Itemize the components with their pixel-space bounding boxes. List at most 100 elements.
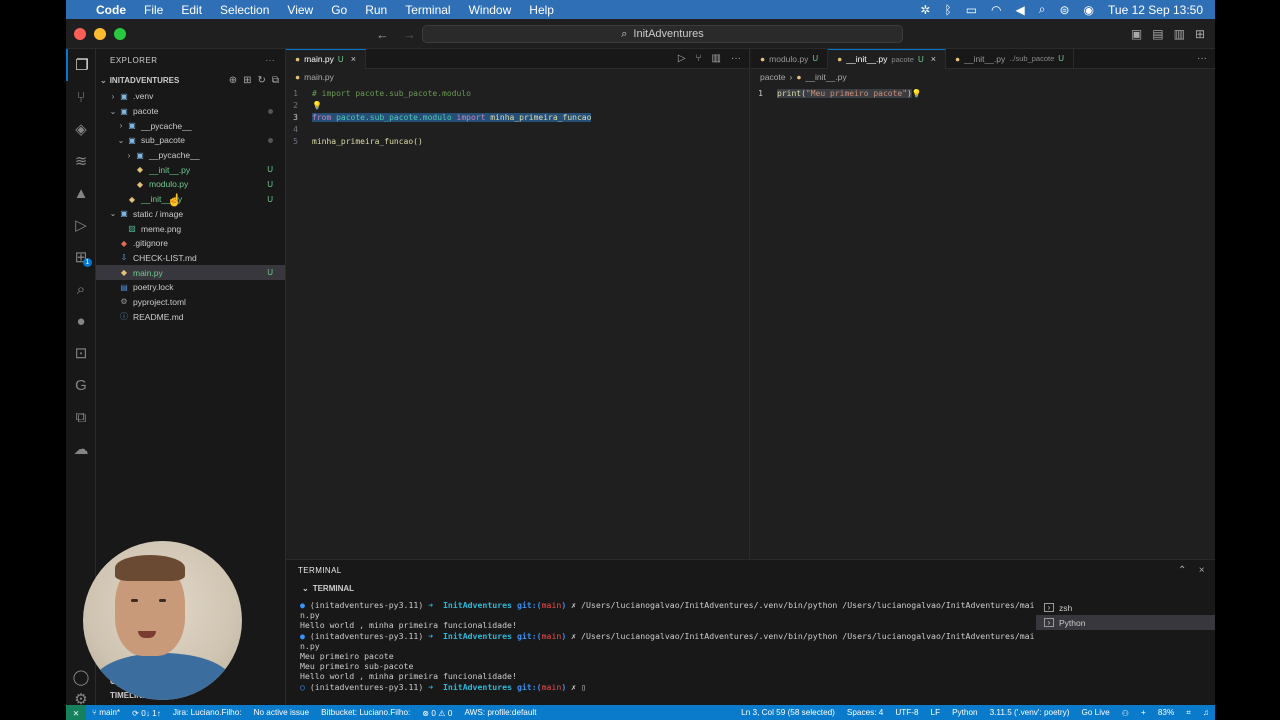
breadcrumb-file[interactable]: main.py — [304, 72, 334, 82]
tree-item[interactable]: ⚙ pyproject.toml — [96, 295, 285, 310]
volume-icon[interactable]: ◀ — [1016, 3, 1025, 17]
tree-item[interactable]: ◆ __init__.py U — [96, 192, 285, 207]
tab-init-sub-pacote[interactable]: ● __init__.py ../sub_pacote U — [946, 48, 1075, 69]
extensions-icon[interactable]: ⊞ 1 — [66, 241, 96, 273]
status-encoding[interactable]: UTF-8 — [889, 708, 924, 718]
status-branch[interactable]: ⑂ main* — [86, 708, 126, 717]
new-file-icon[interactable]: ⊕ — [229, 75, 237, 86]
tree-item[interactable]: › ▣ __pycache__ — [96, 148, 285, 163]
docker-icon[interactable]: ☁ — [66, 433, 96, 465]
code-line[interactable]: 4 — [286, 123, 749, 135]
stack-icon[interactable]: ≋ — [66, 145, 96, 177]
forward-arrow-icon[interactable]: → — [403, 27, 416, 42]
project-header[interactable]: ⌄ INITADVENTURES ⊕ ⊞ ↻ ⧉ — [96, 71, 285, 89]
spotlight-search-icon[interactable]: ⌕ — [1039, 2, 1046, 17]
close-tab-icon[interactable]: × — [351, 54, 356, 64]
status-jira[interactable]: Jira: Luciano.Filho: — [167, 708, 248, 717]
tree-item[interactable]: ⌄ ▣ sub_pacote — [96, 133, 285, 148]
search-icon[interactable]: ⌕ — [66, 273, 96, 305]
tree-item[interactable]: ⇩ CHECK-LIST.md — [96, 251, 285, 266]
breadcrumb-folder[interactable]: pacote — [760, 72, 786, 82]
toggle-secondary-sidebar-icon[interactable]: ▥ — [1174, 27, 1185, 41]
json-icon[interactable]: ● — [66, 305, 96, 337]
code-editor[interactable]: 1 # import pacote.sub_pacote.modulo 2 💡 … — [286, 85, 749, 147]
tree-item[interactable]: ◆ __init__.py U — [96, 162, 285, 177]
explorer-icon[interactable]: ❐ — [66, 49, 96, 81]
tree-item[interactable]: › ▣ .venv — [96, 89, 285, 104]
gear-icon[interactable]: ✲ — [920, 3, 930, 17]
code-line[interactable]: 1 # import pacote.sub_pacote.modulo — [286, 87, 749, 99]
split-editor-icon[interactable]: ▥ — [712, 53, 721, 64]
code-line[interactable]: 2 💡 — [286, 99, 749, 111]
database-icon[interactable]: ⧉ — [66, 401, 96, 433]
maximize-window-button[interactable] — [114, 27, 126, 40]
menu-app[interactable]: Code — [96, 3, 126, 17]
tree-item[interactable]: ◆ .gitignore — [96, 236, 285, 251]
copilot-icon[interactable]: ⚇ — [1116, 708, 1135, 718]
status-aws[interactable]: AWS: profile:default — [458, 708, 542, 717]
tree-item[interactable]: ◆ main.py U — [96, 265, 285, 280]
collapse-all-icon[interactable]: ⧉ — [272, 75, 279, 86]
remote-explorer-icon[interactable]: ⊡ — [66, 337, 96, 369]
tab-init-pacote[interactable]: ● __init__.py pacote U × — [828, 48, 946, 69]
minimize-window-button[interactable] — [94, 27, 106, 40]
layers-icon[interactable]: ◈ — [66, 113, 96, 145]
close-panel-icon[interactable]: × — [1199, 565, 1205, 576]
wifi-icon[interactable]: ◠ — [991, 3, 1001, 17]
menu-run[interactable]: Run — [365, 3, 387, 17]
chevron-down-icon[interactable]: ⌄ — [302, 584, 309, 593]
menu-go[interactable]: Go — [331, 3, 347, 17]
source-control-icon[interactable]: ⑂ — [66, 81, 96, 113]
open-changes-icon[interactable]: ⑂ — [696, 53, 702, 64]
tree-item[interactable]: ▨ meme.png — [96, 221, 285, 236]
menubar-clock[interactable]: Tue 12 Sep 13:50 — [1108, 3, 1203, 17]
menu-edit[interactable]: Edit — [181, 3, 202, 17]
tree-item[interactable]: › ▣ __pycache__ — [96, 118, 285, 133]
remote-indicator-icon[interactable]: ⨯ — [66, 705, 86, 720]
refresh-icon[interactable]: ↻ — [257, 75, 265, 86]
menu-file[interactable]: File — [144, 3, 163, 17]
toggle-panel-icon[interactable]: ▤ — [1152, 27, 1163, 41]
tree-item[interactable]: ⌄ ▣ pacote — [96, 104, 285, 119]
maximize-panel-icon[interactable]: ⌃ — [1178, 565, 1187, 576]
status-issue[interactable]: No active issue — [248, 708, 316, 717]
status-language[interactable]: Python — [946, 708, 984, 718]
status-interpreter[interactable]: 3.11.5 ('.venv': poetry) — [984, 708, 1076, 718]
code-line[interactable]: 1 print("Meu primeiro pacote") 💡 — [751, 87, 1215, 99]
menu-window[interactable]: Window — [469, 3, 512, 17]
status-indentation[interactable]: Spaces: 4 — [841, 708, 889, 718]
more-actions-icon[interactable]: ··· — [731, 53, 741, 64]
run-python-icon[interactable]: ▷ — [678, 53, 686, 64]
status-eol[interactable]: LF — [925, 708, 947, 718]
tab-modulo-py[interactable]: ● modulo.py U — [751, 48, 829, 69]
bluetooth-icon[interactable]: ᛒ — [944, 3, 951, 17]
run-debug-icon[interactable]: ▷ — [66, 209, 96, 241]
siri-icon[interactable]: ◉ — [1084, 3, 1094, 17]
format-icon[interactable]: + — [1135, 708, 1152, 718]
menu-terminal[interactable]: Terminal — [405, 3, 450, 17]
lightbulb-icon[interactable]: 💡 — [912, 89, 922, 98]
menu-view[interactable]: View — [287, 3, 313, 17]
notifications-icon[interactable]: ♫ — [1197, 708, 1215, 718]
terminal-item-zsh[interactable]: › zsh — [1036, 600, 1215, 615]
status-zoom[interactable]: 83% — [1152, 708, 1180, 718]
status-problems[interactable]: ⊗ 0 ⚠ 0 — [416, 708, 458, 718]
more-actions-icon[interactable]: ··· — [1197, 53, 1207, 64]
command-center[interactable]: ⌕ InitAdventures — [422, 25, 903, 43]
menu-selection[interactable]: Selection — [220, 3, 269, 17]
battery-icon[interactable]: ▭ — [966, 3, 977, 17]
gitlens-icon[interactable]: G — [66, 369, 96, 401]
toggle-sidebar-icon[interactable]: ▣ — [1131, 27, 1142, 41]
control-center-icon[interactable]: ⊜ — [1059, 3, 1069, 17]
broadcast-icon[interactable]: ⌗ — [1180, 708, 1197, 718]
terminal-item-python[interactable]: › Python — [1036, 615, 1215, 630]
menu-help[interactable]: Help — [529, 3, 554, 17]
more-actions-icon[interactable]: ··· — [266, 56, 276, 65]
code-line[interactable]: 5 minha_primeira_funcao() — [286, 135, 749, 147]
customize-layout-icon[interactable]: ⊞ — [1195, 27, 1205, 41]
breadcrumb-file[interactable]: __init__.py — [806, 72, 847, 82]
tree-item[interactable]: ◆ modulo.py U — [96, 177, 285, 192]
panel-title[interactable]: TERMINAL — [298, 566, 342, 575]
code-editor[interactable]: 1 print("Meu primeiro pacote") 💡 — [751, 85, 1215, 99]
code-line[interactable]: 3 from pacote.sub_pacote.modulo import m… — [286, 111, 749, 123]
